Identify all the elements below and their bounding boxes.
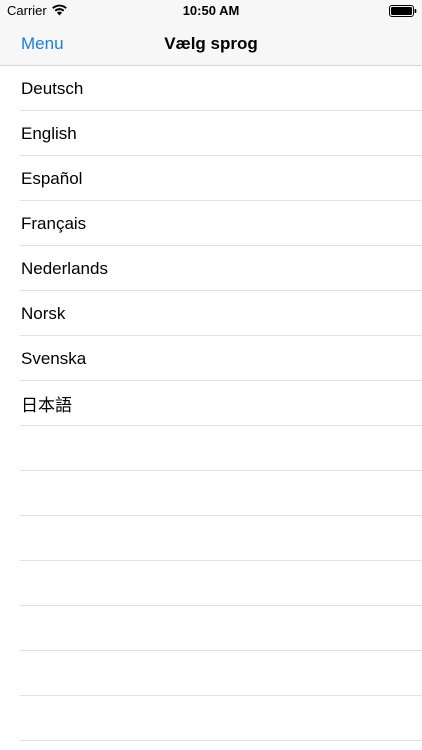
navigation-bar: Menu Vælg sprog	[0, 22, 422, 66]
language-option[interactable]: Deutsch	[0, 66, 422, 111]
battery-icon	[389, 5, 417, 17]
page-title: Vælg sprog	[164, 34, 258, 53]
empty-row	[0, 606, 422, 651]
language-option[interactable]: Français	[0, 201, 422, 246]
empty-row	[0, 471, 422, 516]
language-option[interactable]: Svenska	[0, 336, 422, 381]
language-option[interactable]: 日本語	[0, 381, 422, 426]
language-list: Deutsch English Español Français Nederlands N…	[0, 66, 422, 741]
language-option[interactable]: Español	[0, 156, 422, 201]
empty-row	[0, 426, 422, 471]
empty-row	[0, 696, 422, 741]
empty-row	[0, 651, 422, 696]
status-time: 10:50 AM	[182, 3, 240, 18]
status-bar: Carrier 10:50 AM	[0, 0, 422, 22]
language-selection-screen: Carrier 10:50 AM Menu Vælg sprog Deutsch…	[0, 0, 422, 750]
language-option[interactable]: Norsk	[0, 291, 422, 336]
empty-row	[0, 516, 422, 561]
language-option[interactable]: Nederlands	[0, 246, 422, 291]
empty-row	[0, 561, 422, 606]
language-option[interactable]: English	[0, 111, 422, 156]
